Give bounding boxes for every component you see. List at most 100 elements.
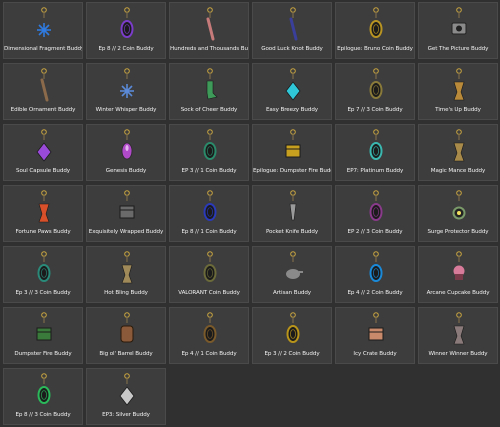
buddy-tile[interactable]: Arcane Cupcake Buddy bbox=[418, 246, 498, 303]
snowflake-icon bbox=[120, 68, 134, 98]
buddy-label: Ep 3 // 3 Coin Buddy bbox=[15, 290, 71, 296]
buddy-tile[interactable]: Ep 7 // 3 Coin Buddy bbox=[335, 63, 415, 120]
buddy-tile[interactable]: Easy Breezy Buddy bbox=[252, 63, 332, 120]
buddy-tile[interactable]: Edible Ornament Buddy bbox=[3, 63, 83, 120]
camera-icon bbox=[451, 7, 467, 35]
buddy-label: Genesis Buddy bbox=[105, 168, 147, 174]
buddy-tile[interactable]: Ep 3 // 3 Coin Buddy bbox=[3, 246, 83, 303]
buddy-label: Hundreds and Thousands Buddy bbox=[170, 46, 248, 52]
buddy-gallery-grid: Dimensional Fragment Buddy Ep 8 // 2 Coin… bbox=[0, 0, 500, 427]
buddy-tile[interactable]: EP3: Silver Buddy bbox=[86, 368, 166, 425]
buddy-label: Epilogue: Dumpster Fire Buddy bbox=[253, 168, 332, 174]
trophy-icon bbox=[453, 312, 465, 345]
buddy-tile[interactable]: Fortune Paws Buddy bbox=[3, 185, 83, 242]
buddy-tile[interactable]: Epilogue: Dumpster Fire Buddy bbox=[252, 124, 332, 181]
coin-icon bbox=[369, 190, 383, 221]
buddy-tile[interactable]: Hundreds and Thousands Buddy bbox=[169, 2, 249, 59]
buddy-label: Arcane Cupcake Buddy bbox=[426, 290, 490, 296]
coin-icon bbox=[37, 251, 51, 282]
knot-icon bbox=[289, 7, 298, 41]
buddy-label: Surge Protector Buddy bbox=[427, 229, 489, 235]
coin-icon bbox=[203, 190, 217, 221]
buddy-tile[interactable]: Ep 8 // 3 Coin Buddy bbox=[3, 368, 83, 425]
buddy-tile[interactable]: Ep 3 // 2 Coin Buddy bbox=[252, 307, 332, 364]
buddy-label: Ep 8 // 1 Coin Buddy bbox=[181, 229, 237, 235]
buddy-label: Dimensional Fragment Buddy bbox=[4, 46, 83, 52]
buddy-tile[interactable]: Soul Capsule Buddy bbox=[3, 124, 83, 181]
buddy-label: Pocket Knife Buddy bbox=[265, 229, 319, 235]
buddy-tile[interactable]: Big ol' Barrel Buddy bbox=[86, 307, 166, 364]
buddy-tile[interactable]: Epilogue: Bruno Coin Buddy bbox=[335, 2, 415, 59]
buddy-label: Winner Winner Buddy bbox=[428, 351, 488, 357]
buddy-tile[interactable]: VALORANT Coin Buddy bbox=[169, 246, 249, 303]
barrel-icon bbox=[120, 312, 134, 343]
buddy-label: Dumpster Fire Buddy bbox=[14, 351, 72, 357]
capsule-icon bbox=[36, 129, 52, 162]
buddy-label: EP 3 // 1 Coin Buddy bbox=[181, 168, 237, 174]
buddy-tile[interactable]: Sock of Cheer Buddy bbox=[169, 63, 249, 120]
coin-icon bbox=[203, 251, 217, 282]
buddy-label: Big ol' Barrel Buddy bbox=[99, 351, 153, 357]
buddy-tile[interactable]: Exquisitely Wrapped Buddy bbox=[86, 185, 166, 242]
bling-icon bbox=[121, 251, 133, 284]
buddy-label: Get The Picture Buddy bbox=[427, 46, 489, 52]
buddy-tile[interactable]: Winner Winner Buddy bbox=[418, 307, 498, 364]
buddy-tile[interactable]: Genesis Buddy bbox=[86, 124, 166, 181]
buddy-tile[interactable]: Winter Whisper Buddy bbox=[86, 63, 166, 120]
buddy-label: Easy Breezy Buddy bbox=[266, 107, 318, 113]
coin-icon bbox=[369, 251, 383, 282]
crystal-shard-icon bbox=[37, 7, 51, 37]
buddy-label: Winter Whisper Buddy bbox=[95, 107, 157, 113]
buddy-label: Soul Capsule Buddy bbox=[16, 168, 70, 174]
buddy-tile[interactable]: Hot Bling Buddy bbox=[86, 246, 166, 303]
buddy-label: VALORANT Coin Buddy bbox=[178, 290, 240, 296]
buddy-label: Ep 3 // 2 Coin Buddy bbox=[264, 351, 320, 357]
coin-icon bbox=[203, 129, 217, 160]
buddy-tile[interactable]: Dimensional Fragment Buddy bbox=[3, 2, 83, 59]
buddy-label: Good Luck Knot Buddy bbox=[261, 46, 323, 52]
buddy-tile[interactable]: Ep 8 // 2 Coin Buddy bbox=[86, 2, 166, 59]
buddy-label: Epilogue: Bruno Coin Buddy bbox=[337, 46, 413, 52]
paw-charm-icon bbox=[38, 190, 50, 223]
genesis-capsule-icon bbox=[121, 129, 133, 160]
buddy-tile[interactable]: Icy Crate Buddy bbox=[335, 307, 415, 364]
buddy-tile[interactable]: Surge Protector Buddy bbox=[418, 185, 498, 242]
crate-icon bbox=[368, 312, 384, 341]
buddy-label: Artisan Buddy bbox=[272, 290, 312, 296]
sprinkle-stick-icon bbox=[206, 7, 215, 41]
buddy-label: Ep 8 // 2 Coin Buddy bbox=[98, 46, 154, 52]
sock-icon bbox=[206, 68, 218, 100]
platinum-coin-icon bbox=[369, 129, 383, 160]
buddy-tile[interactable]: Artisan Buddy bbox=[252, 246, 332, 303]
buddy-tile[interactable]: Time's Up Buddy bbox=[418, 63, 498, 120]
buddy-label: Magic Mance Buddy bbox=[430, 168, 486, 174]
buddy-tile[interactable]: EP7: Platinum Buddy bbox=[335, 124, 415, 181]
buddy-label: Fortune Paws Buddy bbox=[15, 229, 71, 235]
buddy-tile[interactable]: Ep 4 // 2 Coin Buddy bbox=[335, 246, 415, 303]
buddy-tile[interactable]: Ep 4 // 1 Coin Buddy bbox=[169, 307, 249, 364]
buddy-tile[interactable]: Get The Picture Buddy bbox=[418, 2, 498, 59]
buddy-tile[interactable]: Dumpster Fire Buddy bbox=[3, 307, 83, 364]
buddy-label: Ep 4 // 2 Coin Buddy bbox=[347, 290, 403, 296]
buddy-tile[interactable]: Ep 8 // 1 Coin Buddy bbox=[169, 185, 249, 242]
surge-icon bbox=[452, 190, 466, 220]
dumpster-icon bbox=[285, 129, 301, 158]
mance-figure-icon bbox=[453, 129, 465, 162]
buddy-label: Ep 8 // 3 Coin Buddy bbox=[15, 412, 71, 418]
cupcake-icon bbox=[453, 251, 465, 280]
buddy-tile[interactable]: Magic Mance Buddy bbox=[418, 124, 498, 181]
buddy-label: Icy Crate Buddy bbox=[353, 351, 397, 357]
buddy-label: Ep 4 // 1 Coin Buddy bbox=[181, 351, 237, 357]
coin-icon bbox=[203, 312, 217, 343]
buddy-label: Ep 7 // 3 Coin Buddy bbox=[347, 107, 403, 113]
buddy-tile[interactable]: Good Luck Knot Buddy bbox=[252, 2, 332, 59]
gem-icon bbox=[285, 68, 301, 101]
hourglass-icon bbox=[453, 68, 465, 101]
buddy-tile[interactable]: Pocket Knife Buddy bbox=[252, 185, 332, 242]
ornament-stick-icon bbox=[40, 68, 49, 102]
coin-icon bbox=[369, 7, 383, 38]
dumpster-icon bbox=[36, 312, 52, 341]
knife-icon bbox=[289, 190, 297, 221]
buddy-tile[interactable]: EP 3 // 1 Coin Buddy bbox=[169, 124, 249, 181]
buddy-tile[interactable]: EP 2 // 3 Coin Buddy bbox=[335, 185, 415, 242]
